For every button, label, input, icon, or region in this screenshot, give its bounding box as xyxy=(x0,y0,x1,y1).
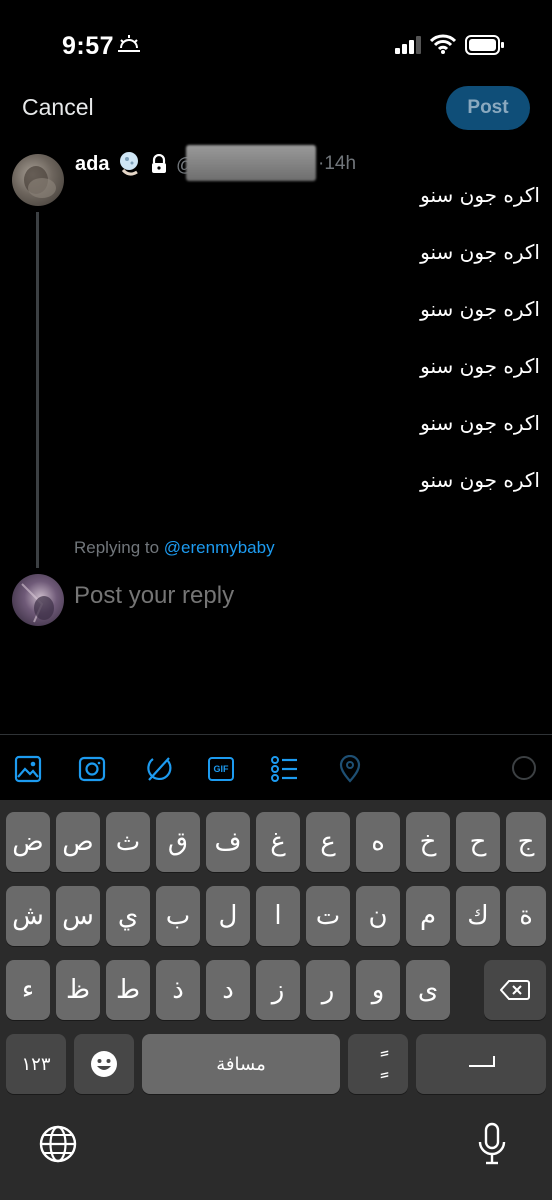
post-text: اكره جون سنو اكره جون سنو اكره جون سنو ا… xyxy=(120,180,540,522)
key[interactable]: ف xyxy=(206,812,250,872)
key[interactable]: ا xyxy=(256,886,300,946)
post-text-line: اكره جون سنو xyxy=(420,354,540,378)
post-button[interactable]: Post xyxy=(446,86,530,130)
key[interactable]: ج xyxy=(506,812,546,872)
key[interactable]: ة xyxy=(506,886,546,946)
post-timestamp: ·14h xyxy=(318,153,357,174)
key[interactable]: خ xyxy=(406,812,450,872)
post-text-line: اكره جون سنو xyxy=(420,411,540,435)
key[interactable]: ت xyxy=(306,886,350,946)
key[interactable]: ض xyxy=(6,812,50,872)
key[interactable]: و xyxy=(356,960,400,1020)
redacted-handle xyxy=(186,145,316,181)
location-icon[interactable] xyxy=(336,755,364,783)
key[interactable]: ص xyxy=(56,812,100,872)
globe-icon[interactable] xyxy=(38,1124,78,1164)
key[interactable]: ث xyxy=(106,812,150,872)
delete-key[interactable] xyxy=(484,960,546,1020)
compose-toolbar: GIF xyxy=(0,734,552,800)
key[interactable]: ع xyxy=(306,812,350,872)
key[interactable]: ن xyxy=(356,886,400,946)
key[interactable]: د xyxy=(206,960,250,1020)
post-text-line: اكره جون سنو xyxy=(420,468,540,492)
key[interactable]: ز xyxy=(256,960,300,1020)
return-key[interactable] xyxy=(416,1034,546,1094)
status-time: 9:57 xyxy=(62,32,115,60)
sunrise-icon xyxy=(118,35,140,52)
key[interactable]: غ xyxy=(256,812,300,872)
key[interactable]: ى xyxy=(406,960,450,1020)
key[interactable]: ق xyxy=(156,812,200,872)
avatar-image xyxy=(24,166,56,198)
key[interactable]: ش xyxy=(6,886,50,946)
key[interactable]: ه xyxy=(356,812,400,872)
key[interactable]: ظ xyxy=(56,960,100,1020)
key[interactable]: ي xyxy=(106,886,150,946)
key[interactable]: م xyxy=(406,886,450,946)
thread-line xyxy=(36,212,39,568)
replying-to-label: Replying to @erenmybaby xyxy=(74,538,275,558)
cancel-button[interactable]: Cancel xyxy=(22,94,94,121)
diacritics-key[interactable]: ًٍ xyxy=(348,1034,408,1094)
post-text-line: اكره جون سنو xyxy=(420,240,540,264)
key[interactable]: ح xyxy=(456,812,500,872)
avatar-image xyxy=(21,583,54,623)
replying-to-handle[interactable]: @erenmybaby xyxy=(164,538,275,557)
key[interactable]: ك xyxy=(456,886,500,946)
reply-input[interactable] xyxy=(74,582,534,610)
status-bar: 9:57 xyxy=(0,0,552,92)
replying-to-prefix: Replying to xyxy=(74,538,164,557)
key[interactable]: س xyxy=(56,886,100,946)
gif-icon[interactable]: GIF xyxy=(207,755,235,783)
microphone-icon[interactable] xyxy=(476,1122,508,1166)
moon-emoji-icon xyxy=(120,152,138,176)
post-text-line: اكره جون سنو xyxy=(420,297,540,321)
post-text-line: اكره جون سنو xyxy=(420,183,540,207)
grok-icon[interactable] xyxy=(144,755,172,783)
camera-icon[interactable] xyxy=(78,755,106,783)
key[interactable]: ذ xyxy=(156,960,200,1020)
backspace-icon xyxy=(500,980,530,1000)
numbers-key[interactable]: ١٢٣ xyxy=(6,1034,66,1094)
return-icon xyxy=(469,1056,495,1067)
cellular-signal-icon xyxy=(395,36,421,54)
lock-icon xyxy=(152,154,166,173)
wifi-icon xyxy=(430,34,456,54)
poll-icon[interactable] xyxy=(270,755,298,783)
key[interactable]: ء xyxy=(6,960,50,1020)
space-key[interactable]: مسافة xyxy=(142,1034,340,1094)
image-icon[interactable] xyxy=(14,755,42,783)
key[interactable]: ر xyxy=(306,960,350,1020)
key[interactable]: ل xyxy=(206,886,250,946)
author-name[interactable]: ada xyxy=(75,153,109,176)
key[interactable]: ط xyxy=(106,960,150,1020)
battery-icon xyxy=(465,35,504,55)
character-count-circle xyxy=(512,756,536,780)
arabic-keyboard: ض ص ث ق ف غ ع ه خ ح ج ش س ي ب ل ا ت ن م … xyxy=(0,800,552,1200)
emoji-key[interactable] xyxy=(74,1034,134,1094)
original-author-avatar[interactable] xyxy=(12,154,64,206)
emoji-icon xyxy=(91,1051,117,1077)
key[interactable]: ب xyxy=(156,886,200,946)
user-avatar xyxy=(12,574,64,626)
gif-label: GIF xyxy=(208,757,234,781)
